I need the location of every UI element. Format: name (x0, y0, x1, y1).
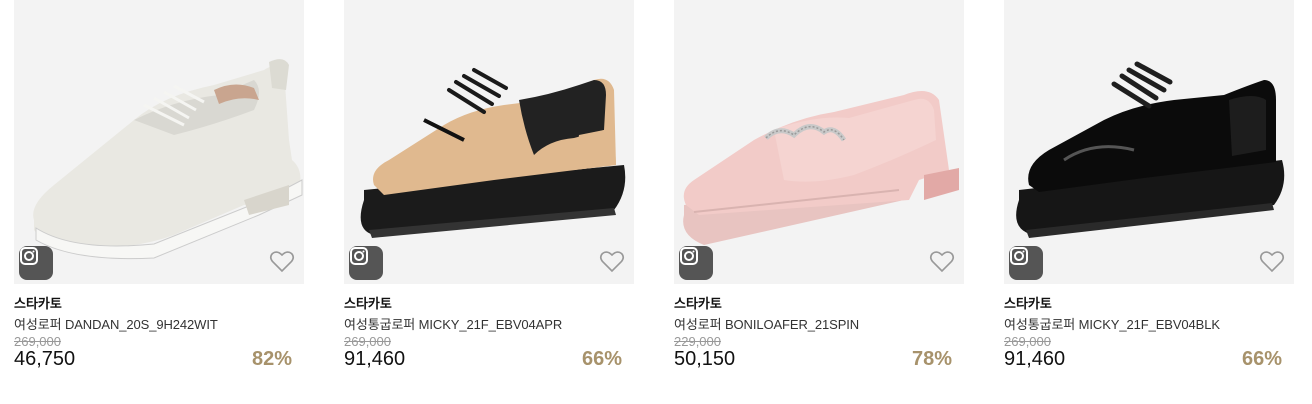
product-name[interactable]: 여성통굽로퍼 MICKY_21F_EBV04BLK (1004, 314, 1220, 333)
heart-outline-icon (1259, 251, 1285, 273)
product-name[interactable]: 여성로퍼 DANDAN_20S_9H242WIT (14, 314, 218, 333)
wishlist-button[interactable] (1259, 250, 1285, 274)
sale-price: 91,460 (1004, 348, 1066, 370)
camera-icon (680, 247, 698, 265)
camera-icon (20, 247, 38, 265)
discount-rate: 82% (251, 348, 292, 370)
product-name[interactable]: 여성통굽로퍼 MICKY_21F_EBV04APR (344, 314, 562, 333)
product-image[interactable] (674, 0, 964, 284)
camera-icon (1010, 247, 1028, 265)
shoe-white-image (33, 59, 303, 260)
discount-rate: 78% (911, 348, 952, 370)
shoe-pink-image (683, 91, 959, 245)
camera-badge[interactable] (1009, 246, 1043, 280)
wishlist-button[interactable] (599, 250, 625, 274)
product-image[interactable] (344, 0, 634, 284)
product-card[interactable]: 스타카토 여성통굽로퍼 MICKY_21F_EBV04APR 269,000 9… (344, 0, 634, 404)
product-grid: 스타카토 여성로퍼 DANDAN_20S_9H242WIT 269,000 46… (14, 0, 1304, 404)
product-brand[interactable]: 스타카토 (674, 293, 722, 312)
product-name[interactable]: 여성로퍼 BONILOAFER_21SPIN (674, 314, 859, 333)
original-price: 269,000 (14, 334, 61, 349)
heart-outline-icon (269, 251, 295, 273)
discount-rate: 66% (581, 348, 622, 370)
sale-price: 91,460 (344, 348, 406, 370)
discount-rate: 66% (1241, 348, 1282, 370)
camera-icon (350, 247, 368, 265)
product-image[interactable] (1004, 0, 1294, 284)
original-price: 229,000 (674, 334, 721, 349)
camera-badge[interactable] (19, 246, 53, 280)
camera-badge[interactable] (679, 246, 713, 280)
original-price: 269,000 (344, 334, 391, 349)
camera-badge[interactable] (349, 246, 383, 280)
product-card[interactable]: 스타카토 여성로퍼 BONILOAFER_21SPIN 229,000 50,1… (674, 0, 964, 404)
heart-outline-icon (599, 251, 625, 273)
sale-price: 50,150 (674, 348, 736, 370)
product-card[interactable]: 스타카토 여성로퍼 DANDAN_20S_9H242WIT 269,000 46… (14, 0, 304, 404)
heart-outline-icon (929, 251, 955, 273)
product-brand[interactable]: 스타카토 (344, 293, 392, 312)
shoe-beige-black-image (360, 68, 626, 238)
product-image[interactable] (14, 0, 304, 284)
product-brand[interactable]: 스타카토 (1004, 293, 1052, 312)
product-brand[interactable]: 스타카토 (14, 293, 62, 312)
wishlist-button[interactable] (269, 250, 295, 274)
wishlist-button[interactable] (929, 250, 955, 274)
original-price: 269,000 (1004, 334, 1051, 349)
shoe-black-image (1016, 61, 1285, 238)
sale-price: 46,750 (14, 348, 76, 370)
product-card[interactable]: 스타카토 여성통굽로퍼 MICKY_21F_EBV04BLK 269,000 9… (1004, 0, 1294, 404)
